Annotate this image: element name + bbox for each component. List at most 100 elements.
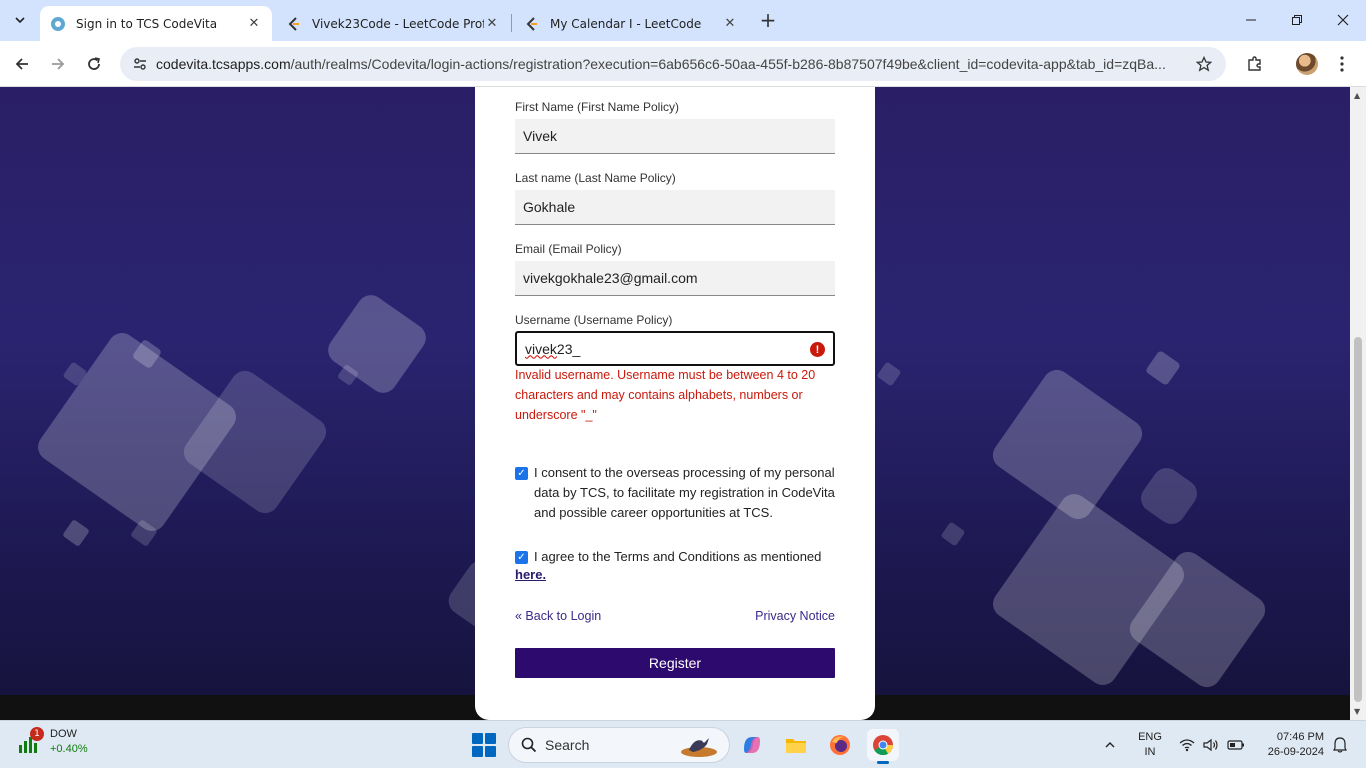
taskbar-file-explorer[interactable]	[780, 729, 812, 761]
tray-overflow-button[interactable]	[1098, 721, 1122, 768]
leetcode-icon	[524, 16, 540, 32]
email-field[interactable]: vivekgokhale23@gmail.com	[515, 261, 835, 296]
codevita-icon	[50, 16, 66, 32]
page-scrollbar[interactable]: ▲ ▼	[1350, 87, 1366, 720]
url-domain: codevita.tcsapps.com	[156, 56, 291, 72]
windows-logo-icon	[472, 733, 483, 744]
tab-leetcode-profile[interactable]: Vivek23Code - LeetCode Profile ✕	[276, 6, 510, 41]
copilot-icon	[744, 737, 760, 753]
privacy-notice-link[interactable]: Privacy Notice	[755, 609, 835, 623]
folder-icon	[786, 739, 806, 753]
scrollbar-thumb[interactable]	[1354, 337, 1362, 702]
stock-widget[interactable]: 1 DOW +0.40%	[16, 727, 88, 757]
first-name-field[interactable]: Vivek	[515, 119, 835, 154]
consent-text: I consent to the overseas processing of …	[534, 465, 835, 520]
wifi-icon	[1179, 739, 1195, 752]
last-name-label: Last name (Last Name Policy)	[515, 171, 676, 185]
bg-decoration	[1135, 462, 1203, 530]
reload-button[interactable]	[79, 49, 109, 79]
tab-search-button[interactable]	[8, 8, 32, 32]
tab-leetcode-calendar[interactable]: My Calendar I - LeetCode ✕	[514, 6, 748, 41]
consent-row: ✓ I consent to the overseas processing o…	[515, 463, 845, 523]
address-bar[interactable]: codevita.tcsapps.com/auth/realms/Codevit…	[120, 47, 1226, 81]
taskbar-firefox[interactable]	[824, 729, 856, 761]
volume-icon	[1203, 738, 1218, 752]
more-vert-icon	[1340, 56, 1344, 72]
error-icon: !	[810, 342, 825, 357]
last-name-field[interactable]: Gokhale	[515, 190, 835, 225]
minimize-button[interactable]	[1228, 0, 1274, 40]
active-indicator	[877, 761, 889, 764]
firefox-icon	[830, 735, 850, 755]
page-viewport: First Name (First Name Policy) Vivek Las…	[0, 87, 1350, 720]
avatar	[1296, 53, 1318, 75]
taskbar-chrome[interactable]	[867, 729, 899, 764]
username-error-message: Invalid username. Username must be betwe…	[515, 368, 816, 422]
windows-logo-icon	[485, 746, 496, 757]
close-icon	[1337, 14, 1349, 26]
profile-button[interactable]	[1292, 49, 1322, 79]
username-field[interactable]: vivek 23_ !	[515, 331, 835, 366]
consent-checkbox[interactable]: ✓	[515, 467, 528, 480]
extensions-button[interactable]	[1240, 49, 1270, 79]
start-button[interactable]	[472, 733, 496, 757]
terms-link[interactable]: here.	[515, 567, 546, 582]
tab-divider	[511, 14, 512, 32]
close-icon[interactable]: ✕	[246, 16, 262, 32]
close-window-button[interactable]	[1320, 0, 1366, 40]
clock-date: 26-09-2024	[1267, 746, 1324, 758]
username-label: Username (Username Policy)	[515, 313, 673, 327]
tab-codevita[interactable]: Sign in to TCS CodeVita ✕	[40, 6, 272, 41]
system-tray-icons[interactable]	[1176, 721, 1248, 768]
arrow-left-icon	[15, 58, 28, 70]
register-button[interactable]: Register	[515, 648, 835, 678]
search-placeholder: Search	[545, 737, 590, 753]
notifications-button[interactable]	[1330, 721, 1350, 768]
bookmark-star-icon[interactable]	[1188, 48, 1220, 80]
terms-text: I agree to the Terms and Conditions as m…	[534, 549, 822, 564]
terms-checkbox[interactable]: ✓	[515, 551, 528, 564]
bg-decoration	[876, 361, 902, 387]
windows-logo-icon	[472, 746, 483, 757]
close-icon[interactable]: ✕	[722, 16, 738, 32]
restore-button[interactable]	[1274, 0, 1320, 40]
puzzle-icon	[1248, 56, 1261, 71]
terms-row: ✓ I agree to the Terms and Conditions as…	[515, 547, 845, 567]
chrome-icon	[873, 735, 893, 756]
bg-decoration	[322, 289, 432, 399]
battery-icon	[1227, 740, 1244, 750]
registration-card: First Name (First Name Policy) Vivek Las…	[475, 87, 875, 720]
search-icon	[521, 737, 537, 753]
language-indicator[interactable]: ENG IN	[1132, 721, 1168, 768]
close-icon[interactable]: ✕	[484, 16, 500, 32]
username-value-misspelled: vivek	[525, 340, 557, 357]
bell-icon	[1333, 737, 1347, 753]
forward-button[interactable]	[43, 49, 73, 79]
scroll-up-icon[interactable]: ▲	[1354, 91, 1360, 100]
tab-title: Vivek23Code - LeetCode Profile	[312, 16, 484, 31]
tab-title: Sign in to TCS CodeVita	[76, 16, 218, 31]
clock-time: 07:46 PM	[1276, 731, 1324, 743]
search-highlight-icon	[681, 738, 717, 757]
url-text: codevita.tcsapps.com/auth/realms/Codevit…	[156, 56, 1188, 72]
scroll-down-icon[interactable]: ▼	[1354, 707, 1360, 716]
site-info-icon[interactable]	[124, 48, 156, 80]
menu-button[interactable]	[1327, 49, 1357, 79]
back-to-login-link[interactable]: « Back to Login	[515, 609, 601, 623]
reload-icon	[88, 57, 100, 70]
new-tab-button[interactable]: +	[756, 8, 780, 32]
bg-decoration	[62, 519, 90, 547]
bg-decoration	[940, 521, 966, 547]
notification-badge: 1	[30, 727, 44, 741]
plus-icon: +	[759, 8, 777, 32]
bg-decoration	[1144, 349, 1182, 387]
taskbar-search[interactable]: Search	[508, 727, 730, 763]
widget-title: DOW	[50, 728, 77, 740]
back-button[interactable]	[7, 49, 37, 79]
url-path: /auth/realms/Codevita/login-actions/regi…	[290, 56, 1166, 72]
minimize-icon	[1246, 19, 1256, 21]
clock[interactable]: 07:46 PM 26-09-2024	[1256, 721, 1324, 768]
taskbar-copilot[interactable]	[736, 729, 768, 761]
region-code: IN	[1144, 746, 1156, 758]
first-name-label: First Name (First Name Policy)	[515, 100, 680, 114]
